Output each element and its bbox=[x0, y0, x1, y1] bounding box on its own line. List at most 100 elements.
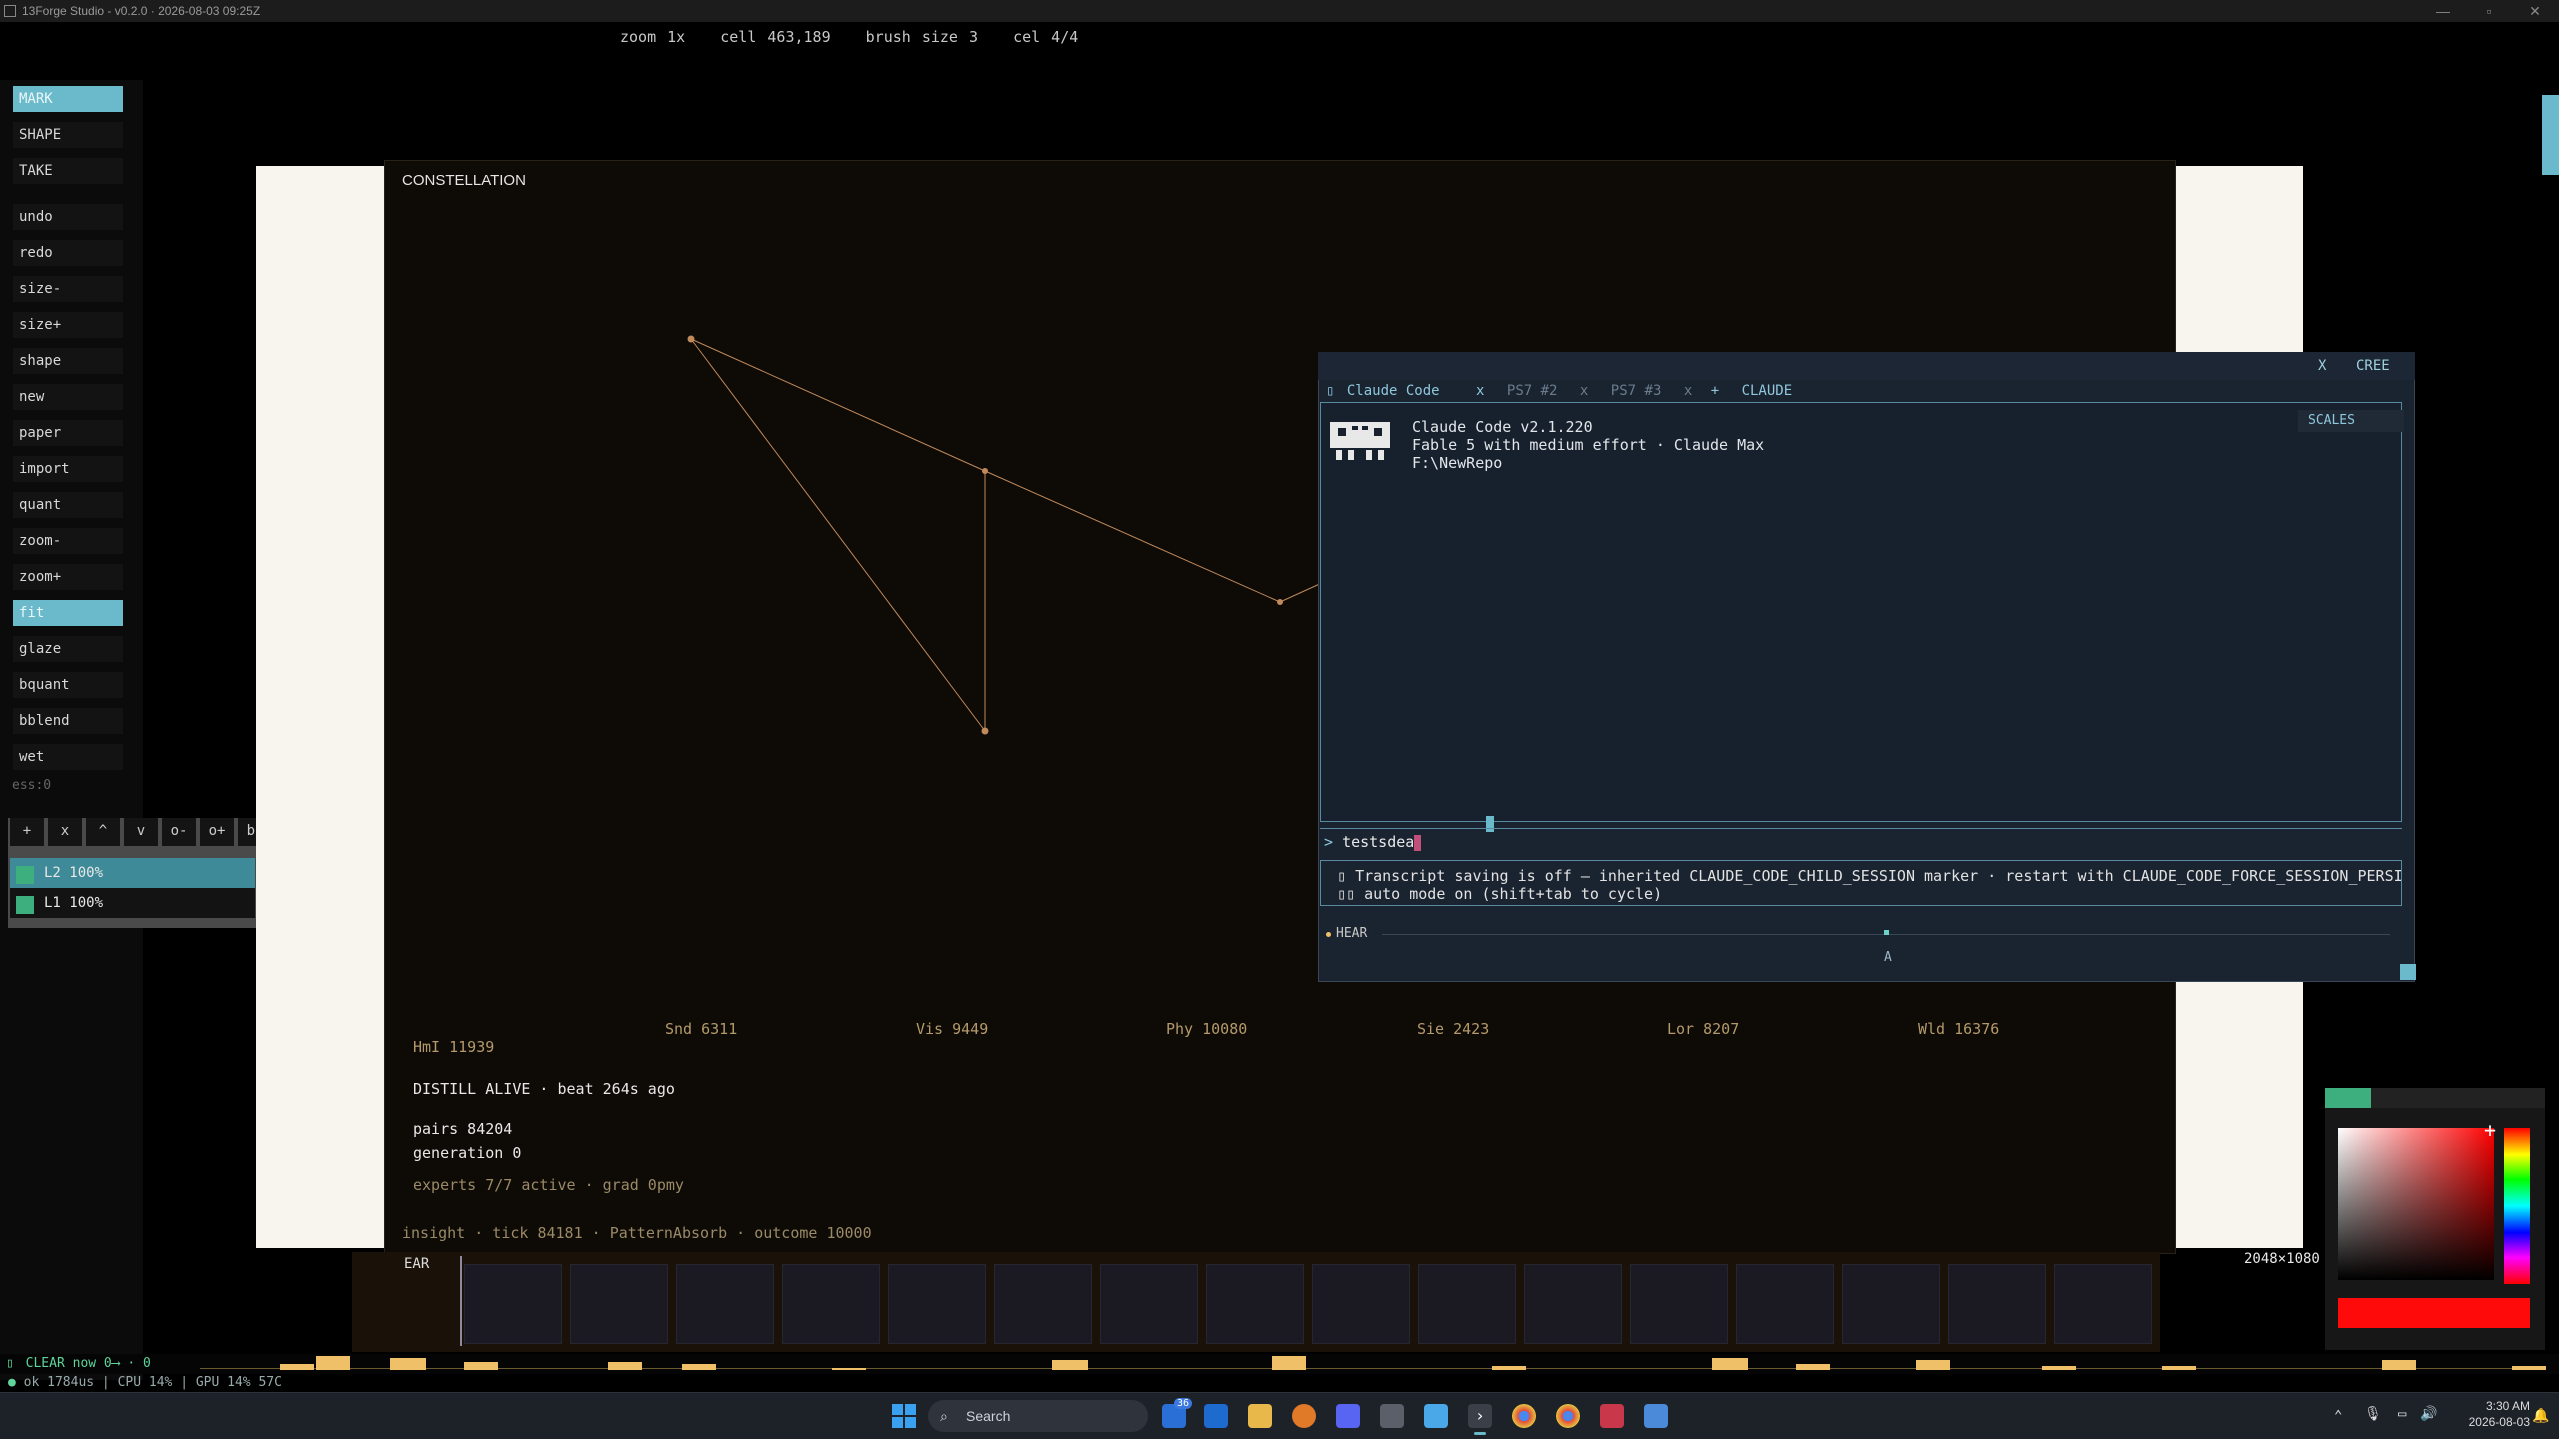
notification-badge: 36 bbox=[1174, 1398, 1193, 1409]
layer-button[interactable]: x bbox=[48, 818, 82, 846]
bell-icon[interactable]: 🔔 bbox=[2532, 1408, 2549, 1424]
claude-panel-header bbox=[1318, 352, 2415, 380]
network-icon[interactable]: ▭ bbox=[2398, 1406, 2406, 1422]
layer-button[interactable]: o+ bbox=[200, 818, 234, 846]
layer-row-l1[interactable]: L1 100% bbox=[10, 888, 255, 918]
timeline-frame[interactable] bbox=[888, 1264, 986, 1344]
tool-bquant[interactable]: bquant bbox=[13, 672, 123, 698]
tab-claude[interactable]: CLAUDE bbox=[1742, 383, 1793, 399]
clear-icon: ▯ bbox=[6, 1356, 14, 1371]
tool-zoomplus[interactable]: zoom+ bbox=[13, 564, 123, 590]
prompt-input[interactable]: > testsdea bbox=[1320, 828, 2402, 856]
tool-shape[interactable]: SHAPE bbox=[13, 122, 123, 148]
clock-time: 3:30 AM bbox=[2485, 1399, 2530, 1413]
timeline-frame[interactable] bbox=[1736, 1264, 1834, 1344]
close-icon[interactable]: ✕ bbox=[2512, 0, 2558, 22]
layer-row-l2[interactable]: L2 100% bbox=[10, 858, 255, 888]
tool-zoomminus[interactable]: zoom- bbox=[13, 528, 123, 554]
search-app-icon[interactable] bbox=[1292, 1404, 1316, 1428]
tab-close-icon[interactable]: x bbox=[1580, 383, 1588, 399]
edge bbox=[984, 470, 1281, 603]
node bbox=[1277, 599, 1283, 605]
timeline-frame[interactable] bbox=[1842, 1264, 1940, 1344]
tool-bblend[interactable]: bblend bbox=[13, 708, 123, 734]
timeline-frame[interactable] bbox=[1524, 1264, 1622, 1344]
folder-icon[interactable] bbox=[1248, 1404, 1272, 1428]
timeline-frame[interactable] bbox=[1100, 1264, 1198, 1344]
clock[interactable]: 3:30 AM 2026-08-03 bbox=[2430, 1398, 2530, 1430]
new-tab-button[interactable]: + bbox=[1711, 383, 1719, 399]
timeline-frame[interactable] bbox=[464, 1264, 562, 1344]
layer-button[interactable]: + bbox=[10, 818, 44, 846]
saturation-value-area[interactable] bbox=[2338, 1128, 2494, 1280]
tool-redo[interactable]: redo bbox=[13, 240, 123, 266]
tool-quant[interactable]: quant bbox=[13, 492, 123, 518]
layer-button[interactable]: o- bbox=[162, 818, 196, 846]
tool-sizeplus[interactable]: size+ bbox=[13, 312, 123, 338]
opacity-bar[interactable] bbox=[2325, 1088, 2545, 1108]
maximize-icon[interactable]: ▫ bbox=[2466, 0, 2512, 22]
chrome-icon[interactable] bbox=[1512, 1404, 1536, 1428]
tool-take[interactable]: TAKE bbox=[13, 158, 123, 184]
timeline-frame[interactable] bbox=[994, 1264, 1092, 1344]
playhead[interactable] bbox=[460, 1256, 462, 1346]
layer-button[interactable]: ^ bbox=[86, 818, 120, 846]
tab-ps7-2[interactable]: PS7 #2 bbox=[1507, 383, 1558, 399]
tool-glaze[interactable]: glaze bbox=[13, 636, 123, 662]
status-hud: zoom 1x cell 463,189 brush size 3 cel 4/… bbox=[620, 28, 1102, 46]
perf-readout: ok 1784us | CPU 14% | GPU 14% 57C bbox=[23, 1375, 282, 1390]
tab-ps7-3[interactable]: PS7 #3 bbox=[1611, 383, 1662, 399]
tool-wet[interactable]: wet bbox=[13, 744, 123, 770]
cree-button[interactable]: CREE bbox=[2356, 356, 2390, 376]
notice-automode-text: auto mode on (shift+tab to cycle) bbox=[1364, 885, 1663, 903]
start-icon[interactable] bbox=[892, 1404, 916, 1428]
timeline-frame[interactable] bbox=[782, 1264, 880, 1344]
tool-import[interactable]: import bbox=[13, 456, 123, 482]
tool-new[interactable]: new bbox=[13, 384, 123, 410]
close-button[interactable]: X bbox=[2318, 356, 2326, 376]
timeline-frame[interactable] bbox=[1206, 1264, 1304, 1344]
window-titlebar: 13Forge Studio - v0.2.0 · 2026-08-03 09:… bbox=[0, 0, 2559, 22]
tab-close-icon[interactable]: x bbox=[1684, 383, 1692, 399]
timeline-frame[interactable] bbox=[2054, 1264, 2152, 1344]
timeline-frame[interactable] bbox=[1948, 1264, 2046, 1344]
ess-readout: ess:0 bbox=[12, 778, 52, 793]
chevron-up-icon[interactable]: ⌃ bbox=[2334, 1408, 2342, 1424]
notice-transcript-text: Transcript saving is off — inherited CLA… bbox=[1355, 867, 2402, 885]
minimize-icon[interactable]: — bbox=[2420, 0, 2466, 22]
clear-label[interactable]: CLEAR now 0⟶ · 0 bbox=[26, 1356, 151, 1371]
terminal-app-icon[interactable]: › bbox=[1468, 1404, 1492, 1428]
stat-wld: Wld 16376 bbox=[1918, 1020, 2000, 1038]
stat-lor: Lor 8207 bbox=[1667, 1020, 1740, 1038]
layer-button[interactable]: v bbox=[124, 818, 158, 846]
tab-claude-code[interactable]: Claude Code bbox=[1347, 383, 1440, 399]
tool-sizeminus[interactable]: size- bbox=[13, 276, 123, 302]
timeline-frame[interactable] bbox=[1418, 1264, 1516, 1344]
tool-undo[interactable]: undo bbox=[13, 204, 123, 230]
cell-readout: cell 463,189 bbox=[720, 28, 831, 46]
tool-paper[interactable]: paper bbox=[13, 420, 123, 446]
notepad-icon[interactable] bbox=[1424, 1404, 1448, 1428]
chrome-profile-icon[interactable] bbox=[1556, 1404, 1580, 1428]
app-icon-red[interactable] bbox=[1600, 1404, 1624, 1428]
tool-shape[interactable]: shape bbox=[13, 348, 123, 374]
scales-button[interactable]: SCALES bbox=[2298, 410, 2404, 432]
tool-fit[interactable]: fit bbox=[13, 600, 123, 626]
taskbar-search[interactable]: ⌕ Search bbox=[928, 1400, 1148, 1432]
vertical-scrollbar[interactable] bbox=[2542, 95, 2559, 175]
timeline-frame[interactable] bbox=[676, 1264, 774, 1344]
tab-close-icon[interactable]: x bbox=[1476, 383, 1484, 399]
pairs-readout: pairs 84204 bbox=[413, 1120, 513, 1138]
app-icon-window[interactable] bbox=[1644, 1404, 1668, 1428]
hear-label: HEAR bbox=[1336, 926, 1368, 941]
resize-handle[interactable] bbox=[2400, 964, 2416, 980]
mic-icon[interactable]: 🎙 bbox=[2364, 1406, 2382, 1422]
tool-mark[interactable]: MARK bbox=[13, 86, 123, 112]
timeline-frame[interactable] bbox=[1312, 1264, 1410, 1344]
timeline-frame[interactable] bbox=[1630, 1264, 1728, 1344]
mail-icon[interactable] bbox=[1204, 1404, 1228, 1428]
hue-slider[interactable] bbox=[2504, 1128, 2530, 1284]
discord-icon[interactable] bbox=[1336, 1404, 1360, 1428]
camera-icon[interactable] bbox=[1380, 1404, 1404, 1428]
timeline-frame[interactable] bbox=[570, 1264, 668, 1344]
